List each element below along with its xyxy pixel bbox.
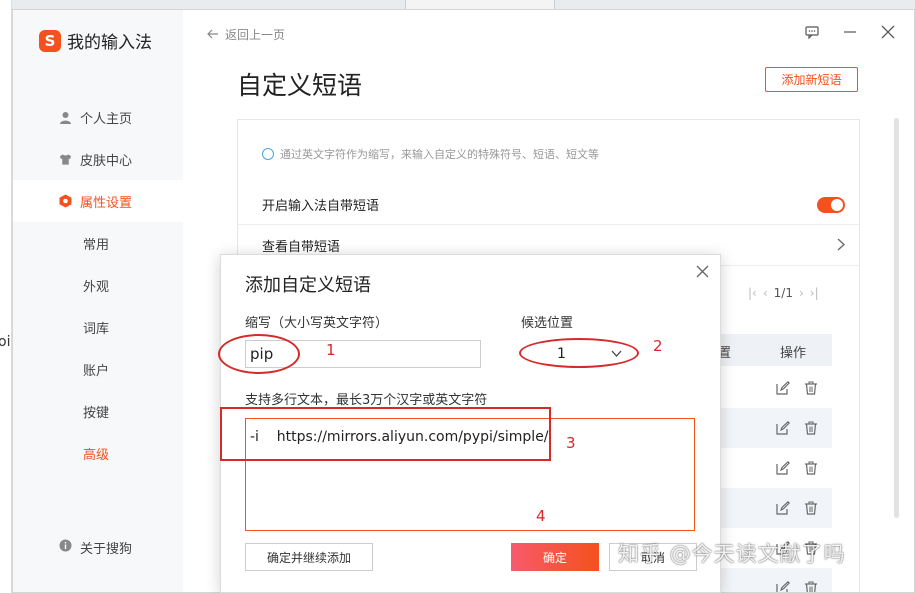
edit-icon[interactable] xyxy=(776,461,790,475)
info-icon xyxy=(59,539,72,556)
sidebar-subitem-common[interactable]: 常用 xyxy=(13,222,183,264)
position-label: 候选位置 xyxy=(521,316,574,331)
annotation-number-3: 3 xyxy=(566,434,576,452)
sidebar-subitem-keys[interactable]: 按键 xyxy=(13,390,183,432)
pager: |‹ ‹ 1/1 › ›| xyxy=(748,286,819,300)
annotation-number-1: 1 xyxy=(326,341,336,359)
confirm-continue-button[interactable]: 确定并继续添加 xyxy=(245,543,373,571)
back-link-label: 返回上一页 xyxy=(225,28,286,42)
sidebar-item-profile[interactable]: 个人主页 xyxy=(13,96,183,138)
brand: S 我的输入法 xyxy=(39,28,152,53)
page-indicator: 1/1 xyxy=(773,286,793,300)
vertical-scrollbar[interactable] xyxy=(894,118,899,518)
chevron-right-icon xyxy=(837,236,845,255)
shirt-icon xyxy=(59,153,72,166)
chevron-down-icon xyxy=(611,346,622,362)
edit-icon[interactable] xyxy=(776,381,790,395)
sidebar-item-label: 皮肤中心 xyxy=(80,153,133,169)
position-select-value: 1 xyxy=(557,346,566,362)
abbr-label: 缩写（大小写英文字符） xyxy=(245,316,389,331)
sidebar-subitem-lexicon[interactable]: 词库 xyxy=(13,306,183,348)
enable-builtin-toggle[interactable] xyxy=(817,196,845,213)
sidebar-subitem-appearance[interactable]: 外观 xyxy=(13,264,183,306)
table-row xyxy=(718,368,832,408)
enable-builtin-label: 开启输入法自带短语 xyxy=(262,199,380,214)
trash-icon[interactable] xyxy=(804,461,818,475)
background-window-top xyxy=(405,0,555,9)
table-row xyxy=(718,408,832,448)
edit-icon[interactable] xyxy=(776,421,790,435)
prev-page-icon[interactable]: ‹ xyxy=(763,286,768,300)
next-page-icon[interactable]: › xyxy=(799,286,804,300)
sidebar-subitem-advanced[interactable]: 高级 xyxy=(13,432,183,474)
page-title: 自定义短语 xyxy=(237,71,363,100)
sidebar-subitem-account[interactable]: 账户 xyxy=(13,348,183,390)
table-row xyxy=(718,448,832,488)
sidebar: S 我的输入法 个人主页 皮肤中心 属性设置 常用 外观 词库 账户 按键 高级… xyxy=(13,10,183,592)
hexagon-icon xyxy=(59,194,72,208)
feedback-icon[interactable] xyxy=(804,24,820,40)
table-row xyxy=(718,568,832,592)
tip-text: 通过英文字符作为缩写，来输入自定义的特殊符号、短语、短文等 xyxy=(280,148,599,161)
app-name: 我的输入法 xyxy=(67,33,152,53)
sidebar-item-skins[interactable]: 皮肤中心 xyxy=(13,138,183,180)
arrow-left-icon xyxy=(207,28,219,42)
sidebar-nav: 个人主页 皮肤中心 属性设置 常用 外观 词库 账户 按键 高级 xyxy=(13,96,183,474)
sidebar-item-label: 关于搜狗 xyxy=(80,542,133,557)
confirm-button[interactable]: 确定 xyxy=(511,543,599,571)
back-link[interactable]: 返回上一页 xyxy=(207,26,285,43)
annotation-number-2: 2 xyxy=(653,337,663,355)
minimize-icon[interactable] xyxy=(842,24,858,40)
content-label: 支持多行文本，最长3万个汉字或英文字符 xyxy=(245,393,488,408)
table-row xyxy=(718,488,832,528)
dialog-title: 添加自定义短语 xyxy=(245,275,371,296)
sidebar-item-settings[interactable]: 属性设置 xyxy=(13,180,183,222)
sidebar-item-label: 属性设置 xyxy=(80,195,133,211)
annotation-number-4: 4 xyxy=(536,507,546,525)
tip: 通过英文字符作为缩写，来输入自定义的特殊符号、短语、短文等 xyxy=(262,146,599,162)
trash-icon[interactable] xyxy=(804,381,818,395)
enable-builtin-row: 开启输入法自带短语 xyxy=(238,185,859,225)
window-controls xyxy=(804,24,896,40)
background-text-fragment: oi xyxy=(0,334,11,350)
first-page-icon[interactable]: |‹ xyxy=(748,286,757,300)
content-textarea[interactable] xyxy=(245,418,695,531)
edit-icon[interactable] xyxy=(776,501,790,515)
watermark: 知乎 @今天读文献了吗 xyxy=(618,542,846,566)
trash-icon[interactable] xyxy=(804,501,818,515)
sogou-logo-icon: S xyxy=(39,29,61,52)
sidebar-item-about[interactable]: 关于搜狗 xyxy=(59,538,132,557)
background-window-left: oi xyxy=(0,0,12,593)
close-icon[interactable] xyxy=(694,263,710,279)
trash-icon[interactable] xyxy=(804,421,818,435)
last-page-icon[interactable]: ›| xyxy=(810,286,819,300)
sidebar-item-label: 个人主页 xyxy=(80,111,133,127)
person-icon xyxy=(59,111,72,124)
edit-icon[interactable] xyxy=(776,581,790,592)
view-builtin-label: 查看自带短语 xyxy=(262,240,341,255)
lightbulb-icon xyxy=(262,148,274,160)
close-window-icon[interactable] xyxy=(880,24,896,40)
abbr-input[interactable] xyxy=(245,340,481,368)
column-header-actions: 操作 xyxy=(780,346,807,361)
table-header: 置 操作 xyxy=(718,334,832,366)
add-phrase-button[interactable]: 添加新短语 xyxy=(765,67,858,92)
trash-icon[interactable] xyxy=(804,581,818,592)
position-select[interactable]: 1 xyxy=(521,340,636,368)
